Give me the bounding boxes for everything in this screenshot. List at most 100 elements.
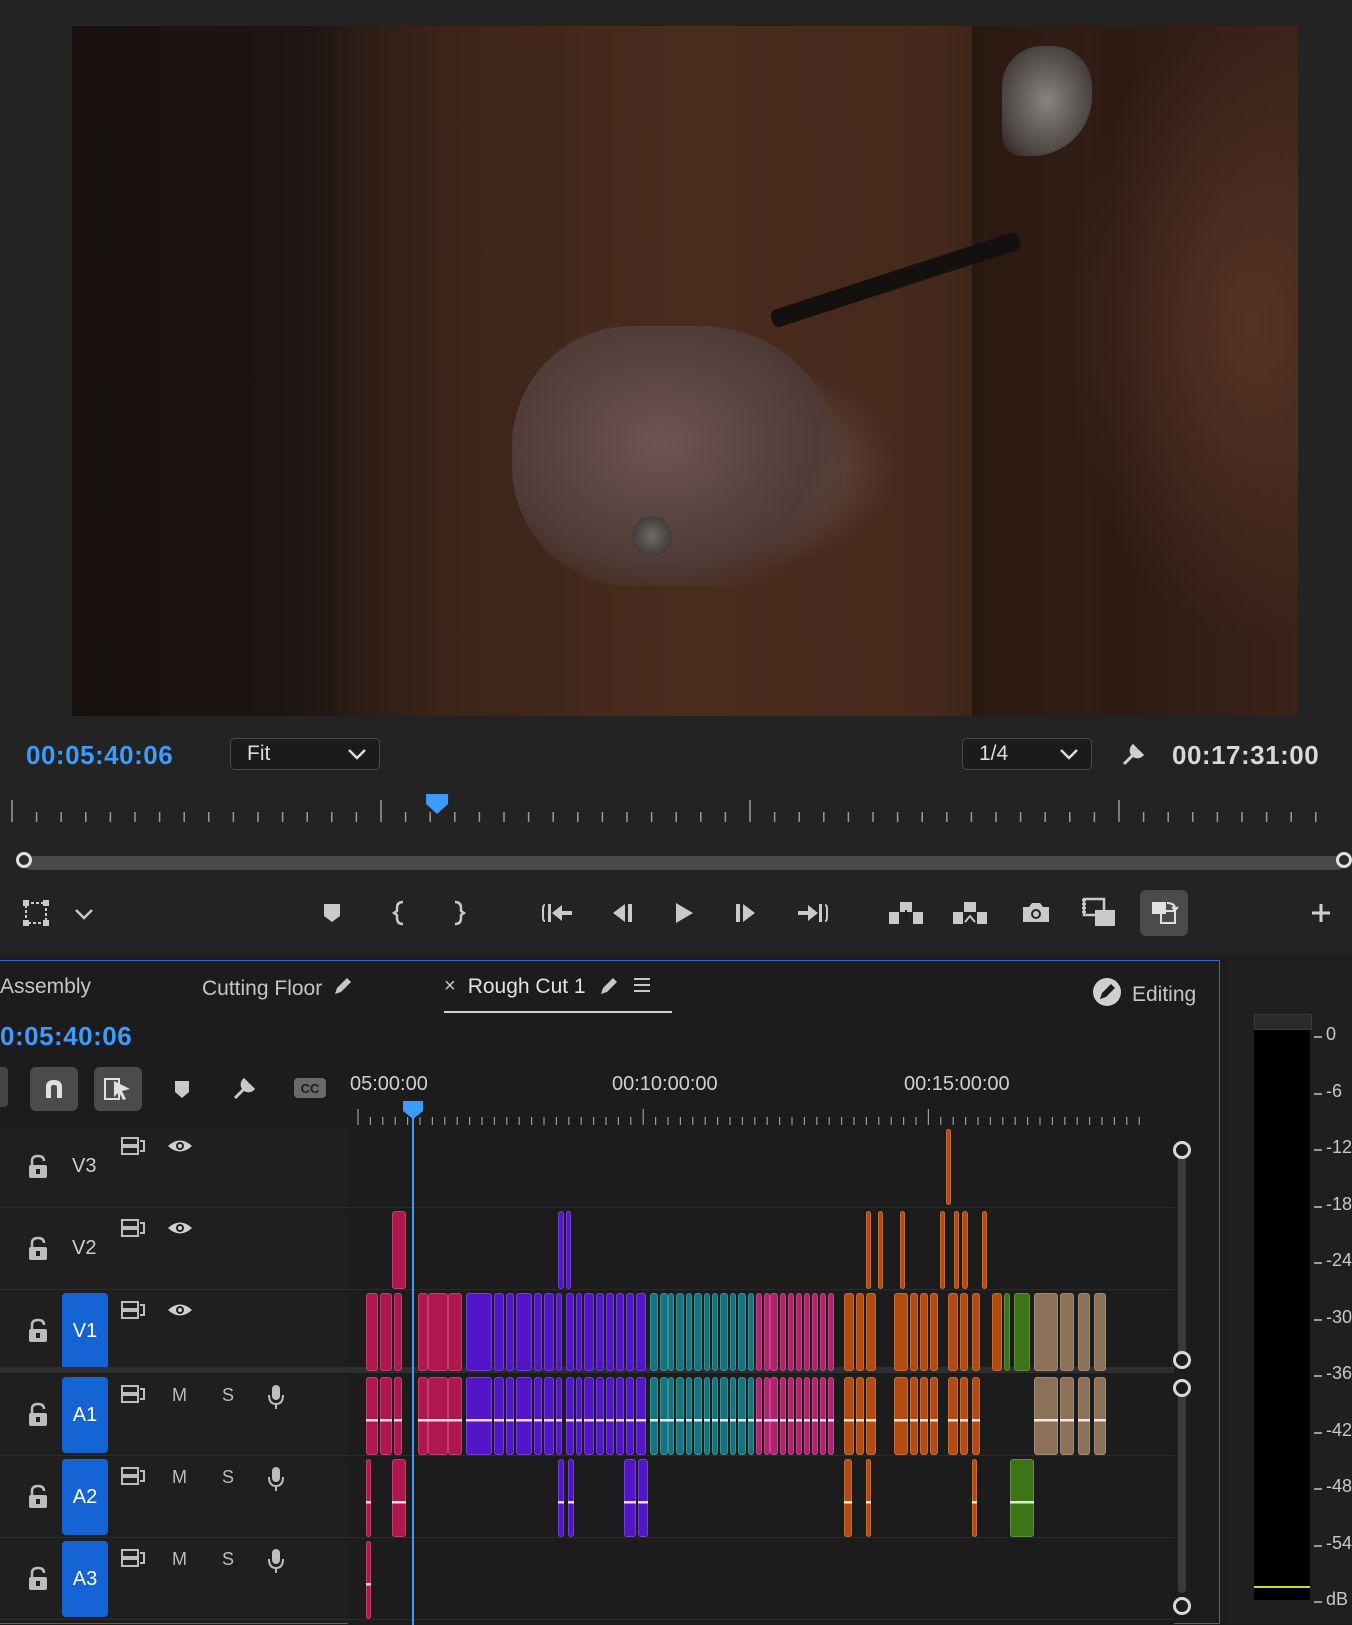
clip[interactable] <box>930 1377 938 1455</box>
clip[interactable] <box>756 1293 762 1371</box>
clip[interactable] <box>812 1377 818 1455</box>
playhead-line[interactable] <box>412 1101 414 1625</box>
clip[interactable] <box>506 1377 514 1455</box>
clip[interactable] <box>686 1293 692 1371</box>
lift-button[interactable] <box>886 896 926 928</box>
lock-icon[interactable] <box>26 1317 50 1350</box>
track-target-a2[interactable]: A2 <box>62 1459 108 1535</box>
clip[interactable] <box>626 1293 634 1371</box>
clip[interactable] <box>576 1293 582 1371</box>
extract-button[interactable] <box>950 896 990 928</box>
scroll-handle[interactable] <box>1173 1597 1191 1615</box>
clip[interactable] <box>820 1293 826 1371</box>
track-target-a1[interactable]: A1 <box>62 1377 108 1453</box>
clip[interactable] <box>694 1293 702 1371</box>
clip[interactable] <box>828 1377 834 1455</box>
add-marker-button[interactable] <box>318 898 346 928</box>
clip[interactable] <box>910 1377 918 1455</box>
playhead-handle[interactable] <box>401 1099 425 1119</box>
clip[interactable] <box>466 1377 492 1455</box>
clip[interactable] <box>566 1377 574 1455</box>
eye-icon[interactable] <box>166 1301 194 1324</box>
snap-magnet-button[interactable] <box>30 1067 78 1111</box>
clip[interactable] <box>780 1293 786 1371</box>
clip[interactable] <box>394 1377 402 1455</box>
monitor-playhead[interactable] <box>426 794 449 814</box>
track-lane-v3[interactable] <box>348 1127 1174 1208</box>
clip[interactable] <box>558 1211 564 1289</box>
clip[interactable] <box>1078 1377 1090 1455</box>
clip[interactable] <box>992 1293 1002 1371</box>
chevron-down-icon[interactable] <box>70 900 98 928</box>
clip[interactable] <box>1010 1459 1034 1537</box>
zoom-dropdown[interactable]: Fit <box>230 738 380 770</box>
track-lane-a3[interactable] <box>348 1539 1174 1620</box>
sync-lock-icon[interactable] <box>120 1217 146 1244</box>
clip[interactable] <box>748 1377 754 1455</box>
microphone-icon[interactable] <box>266 1383 286 1416</box>
clip[interactable] <box>516 1293 532 1371</box>
mute-button[interactable]: M <box>172 1549 187 1570</box>
clip[interactable] <box>780 1377 786 1455</box>
clip[interactable] <box>788 1293 794 1371</box>
clip[interactable] <box>770 1293 778 1371</box>
clip[interactable] <box>770 1377 778 1455</box>
add-marker-icon[interactable] <box>170 1075 194 1103</box>
clip[interactable] <box>894 1293 908 1371</box>
video-track-scrollbar[interactable] <box>1178 1149 1186 1361</box>
clip[interactable] <box>738 1377 746 1455</box>
eye-icon[interactable] <box>166 1137 194 1160</box>
clip[interactable] <box>584 1293 594 1371</box>
clip[interactable] <box>418 1377 428 1455</box>
clip[interactable] <box>844 1459 852 1537</box>
track-lane-v2[interactable] <box>348 1209 1174 1290</box>
scrollbar-right-handle[interactable] <box>1336 852 1352 868</box>
clip[interactable] <box>1014 1293 1030 1371</box>
clip[interactable] <box>506 1293 514 1371</box>
track-target-v1[interactable]: V1 <box>62 1293 108 1369</box>
clip[interactable] <box>366 1293 378 1371</box>
settings-wrench-icon[interactable] <box>1118 738 1150 770</box>
go-to-out-button[interactable] <box>794 898 830 928</box>
clip[interactable] <box>694 1377 702 1455</box>
clip[interactable] <box>636 1293 646 1371</box>
safe-margins-icon[interactable] <box>18 895 54 931</box>
mute-button[interactable]: M <box>172 1467 187 1488</box>
clip[interactable] <box>544 1377 554 1455</box>
clip[interactable] <box>676 1293 684 1371</box>
track-lane-a2[interactable] <box>348 1457 1174 1538</box>
sync-lock-icon[interactable] <box>120 1299 146 1326</box>
clip[interactable] <box>812 1293 818 1371</box>
clip[interactable] <box>844 1377 854 1455</box>
clip[interactable] <box>568 1459 574 1537</box>
scroll-handle[interactable] <box>1173 1379 1191 1397</box>
clip[interactable] <box>948 1377 958 1455</box>
clip[interactable] <box>366 1459 371 1537</box>
clip[interactable] <box>606 1293 614 1371</box>
scroll-handle[interactable] <box>1173 1141 1191 1159</box>
sync-lock-icon[interactable] <box>120 1383 146 1410</box>
solo-button[interactable]: S <box>222 1549 234 1570</box>
monitor-time-ruler[interactable] <box>0 790 1352 830</box>
clip[interactable] <box>366 1541 371 1619</box>
clip[interactable] <box>380 1293 392 1371</box>
clip[interactable] <box>866 1211 871 1289</box>
clip[interactable] <box>660 1293 668 1371</box>
clip[interactable] <box>878 1211 883 1289</box>
scroll-handle[interactable] <box>1173 1351 1191 1369</box>
clip[interactable] <box>920 1293 928 1371</box>
clip[interactable] <box>584 1377 594 1455</box>
sequence-menu-icon[interactable] <box>0 1067 8 1107</box>
clip[interactable] <box>676 1377 684 1455</box>
clip[interactable] <box>466 1293 492 1371</box>
clip[interactable] <box>820 1377 826 1455</box>
lock-icon[interactable] <box>26 1565 50 1598</box>
clip[interactable] <box>748 1293 754 1371</box>
lock-icon[interactable] <box>26 1483 50 1516</box>
clip[interactable] <box>712 1377 718 1455</box>
proxy-toggle-button[interactable] <box>1140 890 1188 936</box>
clip[interactable] <box>730 1293 736 1371</box>
add-button-plus-icon[interactable] <box>1306 898 1336 928</box>
clip[interactable] <box>962 1211 968 1289</box>
tab-cutting-floor[interactable]: Cutting Floor <box>202 975 354 1003</box>
